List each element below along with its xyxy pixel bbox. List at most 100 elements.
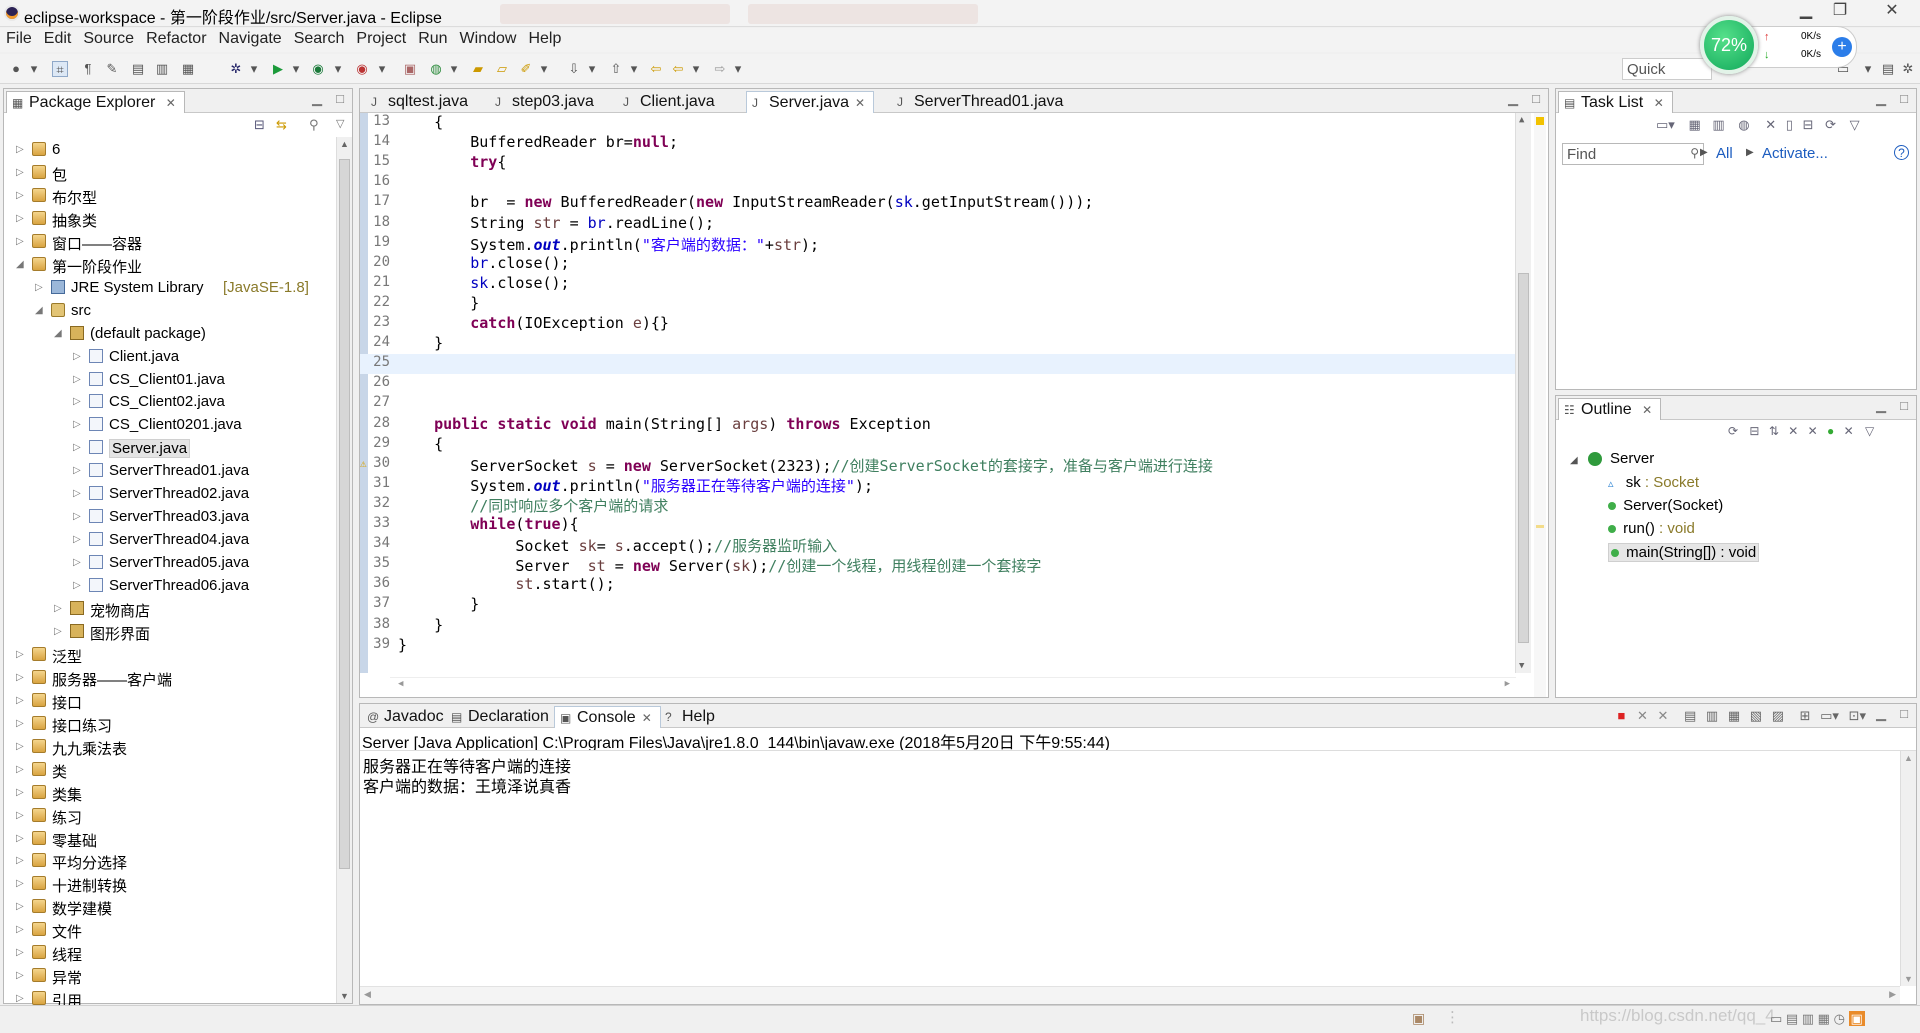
tree-item[interactable]: ▷ Client.java [4,346,334,368]
expand-arrow-icon[interactable]: ▷ [73,351,81,362]
external-tools-icon[interactable]: ◉ [354,61,370,77]
tab-task-list[interactable]: ▤ Task List ✕ [1558,91,1673,113]
menu-refactor[interactable]: Refactor [140,28,212,50]
expand-arrow-icon[interactable]: ▷ [16,833,24,844]
scroll-left-icon[interactable]: ◀ [398,679,403,689]
expand-arrow-icon[interactable]: ▷ [73,557,81,568]
pin-console-icon[interactable]: ⊞ [1800,708,1811,723]
activate-link[interactable]: Activate... [1762,145,1828,162]
show-whitespace-icon[interactable]: ¶ [80,61,96,77]
collapse-all-icon[interactable]: ⊟ [1803,117,1814,132]
scroll-right-icon[interactable]: ▶ [1889,989,1896,1000]
expand-arrow-icon[interactable]: ▷ [16,672,24,683]
expand-arrow-icon[interactable]: ▷ [16,878,24,889]
console-horizontal-scrollbar[interactable]: ◀ ▶ [360,986,1900,1004]
minimize-window-button[interactable]: ▁ [1790,0,1822,22]
expand-arrow-icon[interactable]: ▷ [73,465,81,476]
tab-outline[interactable]: ☷ Outline ✕ [1558,398,1662,420]
tree-item[interactable]: ▷ 九九乘法表 [4,736,334,758]
debug-dropdown-icon[interactable]: ▾ [246,61,262,77]
tree-item[interactable]: ▷ 零基础 [4,828,334,850]
expand-arrow-icon[interactable]: ▷ [54,626,62,637]
tree-item[interactable]: ▷ Server.java [4,437,334,459]
scroll-up-icon[interactable]: ▲ [340,139,349,149]
maximize-icon[interactable]: □ [1900,706,1908,721]
last-edit-icon[interactable]: ⇦ [648,61,664,77]
collapse-all-icon[interactable]: ⊟ [1749,424,1759,438]
menu-run[interactable]: Run [412,28,453,50]
code-editor[interactable]: 13 {14 BufferedReader br=null; 15 try{16 1… [360,113,1548,697]
scroll-down-icon[interactable]: ▼ [340,991,349,1001]
external-tools-dropdown-icon[interactable]: ▾ [374,61,390,77]
back-dropdown-icon[interactable]: ▾ [688,61,704,77]
new-class-icon[interactable]: ◍ [428,61,444,77]
expand-arrow-icon[interactable]: ▷ [16,718,24,729]
tree-item[interactable]: ▷ 练习 [4,805,334,827]
clear-console-icon[interactable]: ▤ [1684,708,1696,723]
open-console-icon[interactable]: ⊡▾ [1849,708,1866,723]
forward-dropdown-icon[interactable]: ▾ [730,61,746,77]
show-on-error-icon[interactable]: ▨ [1772,708,1784,723]
sort-icon[interactable]: ⇅ [1769,424,1779,438]
search-icon[interactable]: ✐ [518,61,534,77]
hide-nonpublic-icon[interactable]: ● [1827,424,1834,438]
link-with-editor-icon[interactable]: ⇆ [276,117,287,133]
tree-item[interactable]: ▷ CS_Client01.java [4,369,334,391]
expand-arrow-icon[interactable]: ▷ [73,442,81,453]
package-explorer-scrollbar[interactable]: ▲ ▼ [336,137,352,1003]
tree-item[interactable]: ▷ 线程 [4,942,334,964]
debug-icon[interactable]: ✲ [228,61,244,77]
tree-item[interactable]: ▷ ServerThread06.java [4,575,334,597]
menu-source[interactable]: Source [77,28,140,50]
remove-launch-icon[interactable]: ✕ [1637,708,1648,723]
console-vertical-scrollbar[interactable]: ▲ ▼ [1900,751,1916,986]
sync-icon[interactable]: ⟳ [1825,117,1836,132]
editor-tab[interactable]: J Server.java ✕ [746,91,875,113]
scrollbar-thumb[interactable] [339,159,350,869]
collapse-arrow-icon[interactable]: ◢ [35,305,43,316]
expand-arrow-icon[interactable]: ▷ [16,855,24,866]
tree-item[interactable]: ▷ 十进制转换 [4,873,334,895]
terminate-icon[interactable]: ■ [1617,708,1625,723]
open-type-icon[interactable]: ▰ [470,61,486,77]
warning-icon[interactable]: ⚠ [360,457,367,470]
pen-icon[interactable]: ✎ [104,61,120,77]
search-dropdown-icon[interactable]: ▾ [536,61,552,77]
new-icon[interactable]: ● [8,61,24,77]
maximize-icon[interactable]: □ [1900,398,1908,413]
tree-item[interactable]: ▷ 接口 [4,690,334,712]
tree-item[interactable]: ▷ 接口练习 [4,713,334,735]
task-find-input[interactable]: Find ⚲ [1562,143,1704,165]
display-console-icon[interactable]: ▭▾ [1820,708,1839,723]
save-icon[interactable]: ▤ [130,61,146,77]
expand-arrow-icon[interactable]: ▷ [16,810,24,821]
tab-package-explorer[interactable]: ▦ Package Explorer ✕ [6,91,185,113]
scheduled-icon[interactable]: ▥ [1712,117,1724,132]
hide-local-types-icon[interactable]: ✕ [1844,424,1854,438]
tree-item[interactable]: ▷ 图形界面 [4,621,334,643]
tree-item[interactable]: ▷ ServerThread01.java [4,460,334,482]
scroll-right-icon[interactable]: ▶ [1505,679,1510,689]
outline-member-main[interactable]: main(String[]) : void [1608,543,1760,562]
tree-item[interactable]: ▷ 数学建模 [4,896,334,918]
tree-item[interactable]: ◢ 第一阶段作业 [4,254,334,276]
expand-arrow-icon[interactable]: ▷ [73,534,81,545]
editor-vertical-scrollbar[interactable]: ▲ ▼ [1515,113,1531,673]
tree-item[interactable]: ▷ CS_Client02.java [4,391,334,413]
maximize-icon[interactable]: □ [1532,91,1540,106]
minimize-icon[interactable]: ▁ [312,91,322,107]
menu-search[interactable]: Search [288,28,351,50]
notification-icon[interactable]: ▣ [1848,1011,1865,1026]
expand-arrow-icon[interactable]: ▷ [16,167,24,178]
new-java-project-icon[interactable]: ▣ [402,61,418,77]
expand-arrow-icon[interactable]: ▷ [16,901,24,912]
expand-arrow-icon[interactable]: ▷ [16,649,24,660]
tree-item[interactable]: ▷ ServerThread05.java [4,552,334,574]
outline-root[interactable]: ◢ Server [1570,450,1654,467]
close-icon[interactable]: ✕ [642,711,652,725]
previous-annotation-dropdown-icon[interactable]: ▾ [626,61,642,77]
show-on-output-icon[interactable]: ▧ [1750,708,1762,723]
expand-arrow-icon[interactable]: ▷ [73,511,81,522]
tree-item[interactable]: ◢ src [4,300,334,322]
run-dropdown-icon[interactable]: ▾ [288,61,304,77]
